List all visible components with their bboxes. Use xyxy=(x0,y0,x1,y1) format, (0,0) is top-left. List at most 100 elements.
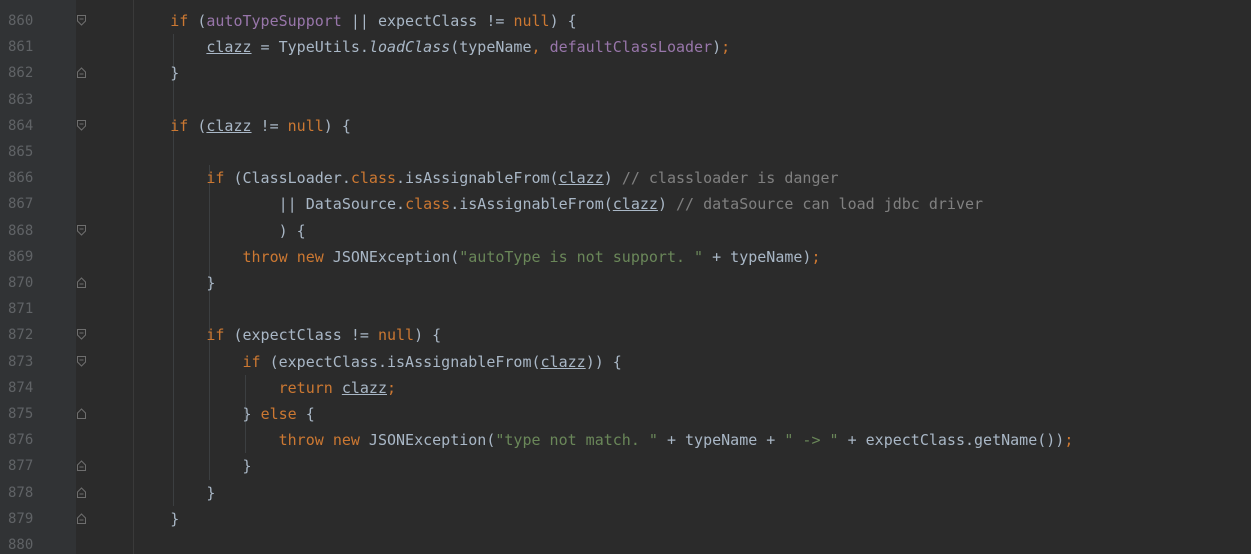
code-line[interactable]: 876 throw new JSONException("type not ma… xyxy=(0,427,1251,453)
code-line[interactable]: 860 if (autoTypeSupport || expectClass !… xyxy=(0,8,1251,34)
code-editor[interactable]: 860 if (autoTypeSupport || expectClass !… xyxy=(0,0,1251,554)
code-line[interactable]: 879 } xyxy=(0,506,1251,532)
line-number: 870 xyxy=(8,275,34,291)
line-number: 874 xyxy=(8,379,34,396)
code-line[interactable]: 875 } else { xyxy=(0,401,1251,427)
code-text: } xyxy=(98,270,215,296)
code-token: throw xyxy=(242,247,288,266)
code-token: ( xyxy=(188,12,207,30)
code-token: ) { xyxy=(278,221,306,240)
code-token: loadClass xyxy=(368,38,451,57)
code-token: + typeName) xyxy=(703,247,812,266)
fold-close-icon[interactable] xyxy=(77,277,86,288)
fold-open-icon[interactable] xyxy=(77,355,86,367)
code-token: || DataSource. xyxy=(278,195,406,214)
code-token: } xyxy=(242,405,261,423)
code-text: throw new JSONException("type not match.… xyxy=(98,427,1074,453)
code-line[interactable]: 864 if (clazz != null) { xyxy=(0,113,1251,139)
code-line[interactable]: 866 if (ClassLoader.class.isAssignableFr… xyxy=(0,165,1251,191)
code-token: } xyxy=(206,483,216,502)
code-token: "autoType is not support. " xyxy=(459,247,704,266)
code-token: } xyxy=(170,64,180,83)
code-token: ; xyxy=(811,247,821,266)
code-text: if (clazz != null) { xyxy=(98,113,351,139)
code-token: { xyxy=(296,405,315,423)
code-line[interactable]: 867 || DataSource.class.isAssignableFrom… xyxy=(0,191,1251,217)
code-line[interactable]: 865 xyxy=(0,139,1251,165)
code-token: autoTypeSupport xyxy=(206,12,342,30)
code-token: ) { xyxy=(549,12,577,30)
fold-open-icon[interactable] xyxy=(77,15,86,26)
code-text: if (expectClass.isAssignableFrom(clazz))… xyxy=(98,349,622,375)
code-text: throw new JSONException("autoType is not… xyxy=(98,244,821,270)
code-line[interactable]: 877 } xyxy=(0,453,1251,479)
code-line[interactable]: 872 if (expectClass != null) { xyxy=(0,322,1251,348)
code-token: throw xyxy=(278,431,324,450)
code-text: } xyxy=(98,506,179,532)
code-token: (expectClass.isAssignableFrom( xyxy=(260,352,541,371)
code-line[interactable]: 868 ) { xyxy=(0,218,1251,244)
code-token: class xyxy=(405,195,451,214)
code-line[interactable]: 874 return clazz; xyxy=(0,375,1251,401)
code-token: if xyxy=(206,326,225,345)
code-text: } else { xyxy=(98,401,315,427)
code-token: ) { xyxy=(323,116,351,135)
line-number: 869 xyxy=(8,248,34,265)
fold-marker-icon[interactable] xyxy=(77,408,86,419)
code-line[interactable]: 871 xyxy=(0,296,1251,322)
code-token: ) xyxy=(657,195,676,214)
fold-open-icon[interactable] xyxy=(77,224,86,236)
fold-close-icon[interactable] xyxy=(77,67,86,79)
code-token: class xyxy=(350,169,397,188)
line-number: 879 xyxy=(8,510,34,527)
code-text: ) { xyxy=(98,218,306,244)
code-line[interactable]: 869 throw new JSONException("autoType is… xyxy=(0,244,1251,270)
fold-close-icon[interactable] xyxy=(77,486,86,498)
fold-close-icon[interactable] xyxy=(77,460,86,472)
code-token: (ClassLoader. xyxy=(224,169,351,188)
code-text: clazz = TypeUtils.loadClass(typeName, de… xyxy=(98,34,730,60)
code-token: ) xyxy=(712,38,722,57)
code-line[interactable]: 863 xyxy=(0,87,1251,113)
line-number: 867 xyxy=(8,196,34,213)
code-token: (expectClass != xyxy=(224,326,378,345)
code-token: } xyxy=(206,274,216,292)
line-number: 864 xyxy=(8,117,34,134)
code-text: } xyxy=(98,453,252,479)
code-line[interactable]: 873 if (expectClass.isAssignableFrom(cla… xyxy=(0,349,1251,375)
fold-close-icon[interactable] xyxy=(77,513,86,524)
code-text: if (ClassLoader.class.isAssignableFrom(c… xyxy=(98,165,838,191)
line-number: 860 xyxy=(8,13,34,29)
fold-open-icon[interactable] xyxy=(77,119,86,131)
code-line[interactable]: 878 } xyxy=(0,480,1251,506)
code-token: != xyxy=(251,116,288,135)
code-token: "type not match. " xyxy=(495,431,658,450)
code-text: } xyxy=(98,60,179,86)
line-number: 868 xyxy=(8,222,34,239)
code-token: return xyxy=(278,378,333,397)
code-token: null xyxy=(377,326,415,345)
fold-open-icon[interactable] xyxy=(77,329,86,341)
code-token: JSONException( xyxy=(323,247,460,266)
code-token: + typeName + xyxy=(657,431,785,450)
code-token: if xyxy=(170,116,189,135)
code-token: )) { xyxy=(585,352,622,371)
code-token: if xyxy=(242,352,261,371)
code-line[interactable]: 880 xyxy=(0,532,1251,554)
code-line[interactable]: 870 } xyxy=(0,270,1251,296)
code-line[interactable]: 861 clazz = TypeUtils.loadClass(typeName… xyxy=(0,34,1251,60)
code-line[interactable]: 862 } xyxy=(0,60,1251,86)
code-token: " -> " xyxy=(784,431,839,450)
